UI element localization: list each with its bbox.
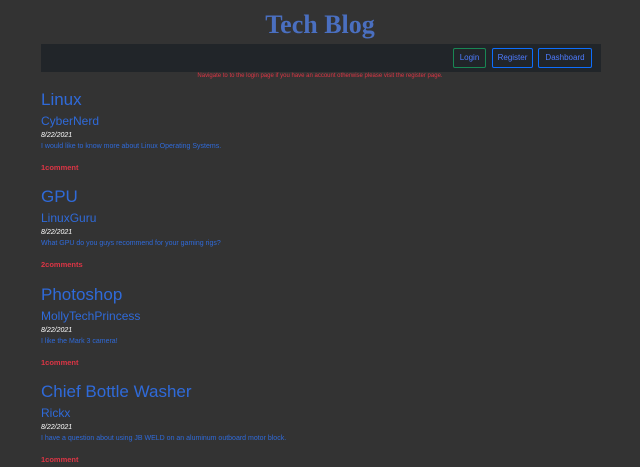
post-title[interactable]: Photoshop — [41, 285, 122, 305]
login-hint: Navigate to to the login page if you hav… — [197, 73, 443, 79]
post-body[interactable]: I like the Mark 3 camera! — [41, 338, 118, 345]
post-card: Photoshop MollyTechPrincess 8/22/2021 I … — [41, 285, 140, 367]
post-date: 8/22/2021 — [41, 229, 73, 236]
post-body[interactable]: I would like to know more about Linux Op… — [41, 143, 221, 150]
post-body[interactable]: I have a question about using JB WELD on… — [41, 435, 286, 442]
post-comments-link[interactable]: 2comments — [41, 260, 83, 269]
post-title[interactable]: Chief Bottle Washer — [41, 382, 192, 402]
post-author[interactable]: Rickx — [41, 406, 70, 420]
post-card: Linux CyberNerd 8/22/2021 I would like t… — [41, 90, 221, 172]
post-author[interactable]: MollyTechPrincess — [41, 309, 140, 323]
site-title: Tech Blog — [265, 10, 375, 39]
post-comments-link[interactable]: 1comment — [41, 358, 79, 367]
post-card: Chief Bottle Washer Rickx 8/22/2021 I ha… — [41, 382, 286, 464]
post-body[interactable]: What GPU do you guys recommend for your … — [41, 240, 221, 247]
post-comments-link[interactable]: 1comment — [41, 455, 79, 464]
post-date: 8/22/2021 — [41, 132, 73, 139]
register-button[interactable]: Register — [492, 48, 533, 68]
post-date: 8/22/2021 — [41, 424, 73, 431]
post-date: 8/22/2021 — [41, 327, 73, 334]
navbar: Login Register Dashboard — [41, 44, 601, 72]
post-author[interactable]: CyberNerd — [41, 114, 99, 128]
login-button[interactable]: Login — [453, 48, 486, 68]
post-title[interactable]: GPU — [41, 187, 78, 207]
dashboard-button[interactable]: Dashboard — [538, 48, 592, 68]
post-title[interactable]: Linux — [41, 90, 82, 110]
post-comments-link[interactable]: 1comment — [41, 163, 79, 172]
post-author[interactable]: LinuxGuru — [41, 211, 96, 225]
post-card: GPU LinuxGuru 8/22/2021 What GPU do you … — [41, 187, 221, 269]
